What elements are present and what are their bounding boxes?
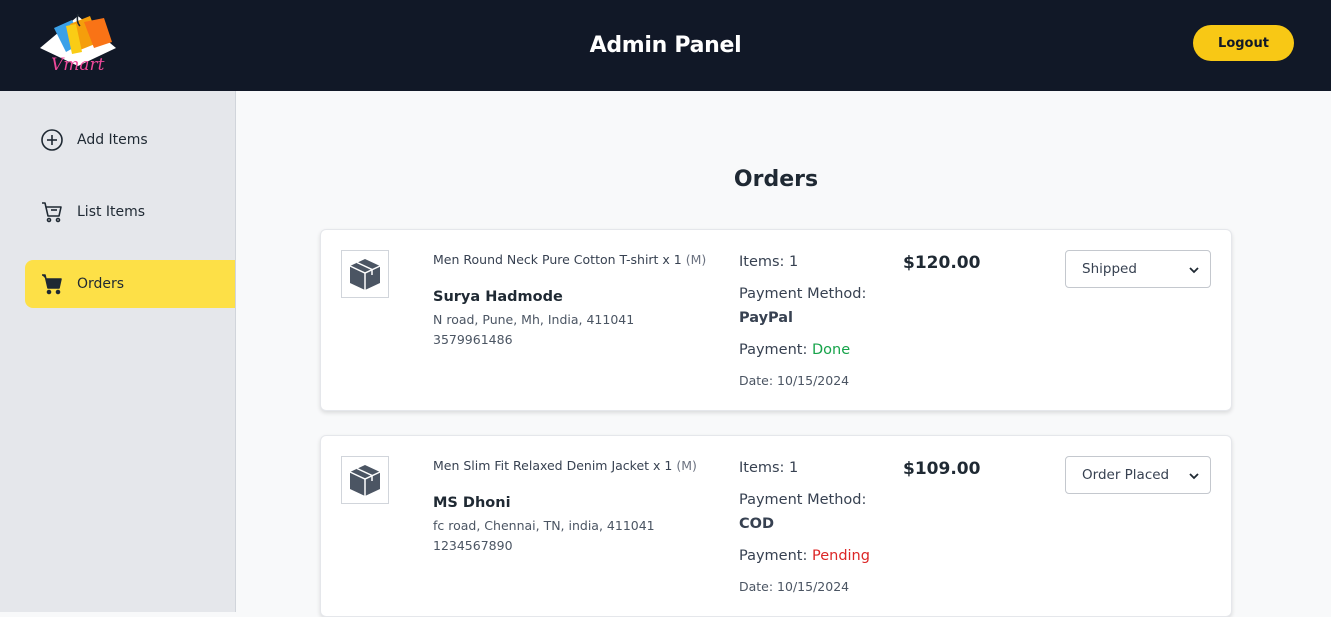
parcel-icon — [341, 456, 389, 504]
product-size: (M) — [685, 252, 707, 267]
payment-method-label: Payment Method: — [739, 492, 867, 508]
page-header-title: Admin Panel — [589, 33, 742, 58]
payment-status-line: Payment: Pending — [739, 548, 870, 564]
payment-status-line: Payment: Done — [739, 342, 850, 358]
sidebar-item-orders[interactable]: Orders — [25, 260, 235, 308]
sidebar: Add Items List Items Orders — [0, 91, 236, 612]
payment-status: Done — [811, 342, 851, 358]
payment-method-value: PayPal — [739, 310, 794, 326]
sidebar-item-add-items[interactable]: Add Items — [25, 116, 235, 164]
order-amount: $109.00 — [903, 459, 981, 479]
items-count: Items: 1 — [739, 254, 799, 270]
plus-circle-icon — [40, 128, 64, 152]
chevron-down-icon — [1188, 470, 1200, 486]
cart-filled-icon — [40, 272, 64, 296]
customer-address: N road, Pune, Mh, India, 411041 — [433, 312, 635, 327]
order-status-select[interactable]: Order Placed — [1065, 456, 1211, 494]
main-content: Orders Men Round Neck Pure Cotton T-shir… — [236, 91, 1331, 617]
product-size: (M) — [676, 458, 697, 473]
order-card: Men Slim Fit Relaxed Denim Jacket x 1 (M… — [320, 435, 1232, 617]
order-amount: $120.00 — [903, 253, 981, 273]
order-status-select[interactable]: Shipped — [1065, 250, 1211, 288]
sidebar-item-label: Orders — [77, 276, 125, 292]
product-line: Men Slim Fit Relaxed Denim Jacket x 1 (M… — [433, 458, 697, 473]
logout-button[interactable]: Logout — [1193, 25, 1294, 61]
cart-icon — [40, 200, 64, 224]
order-date: Date: 10/15/2024 — [739, 373, 850, 388]
customer-phone: 3579961486 — [433, 332, 513, 347]
order-date: Date: 10/15/2024 — [739, 579, 850, 594]
top-header: Vmart Admin Panel Logout — [0, 0, 1331, 91]
customer-name: Surya Hadmode — [433, 289, 563, 305]
items-count: Items: 1 — [739, 460, 799, 476]
chevron-down-icon — [1188, 264, 1200, 280]
payment-status: Pending — [811, 548, 870, 564]
customer-name: MS Dhoni — [433, 495, 511, 511]
parcel-icon — [341, 250, 389, 298]
customer-address: fc road, Chennai, TN, india, 411041 — [433, 518, 655, 533]
svg-text:Vmart: Vmart — [51, 55, 105, 74]
customer-phone: 1234567890 — [433, 538, 513, 553]
vmart-logo[interactable]: Vmart — [36, 12, 120, 75]
product-line: Men Round Neck Pure Cotton T-shirt x 1 (… — [433, 252, 706, 267]
order-status-value: Order Placed — [1082, 467, 1170, 483]
payment-label: Payment: — [739, 548, 808, 564]
payment-method-value: COD — [739, 516, 775, 532]
order-status-value: Shipped — [1082, 261, 1137, 277]
page-title: Orders — [733, 167, 819, 192]
product-name: Men Slim Fit Relaxed Denim Jacket x 1 — [433, 458, 673, 473]
sidebar-item-list-items[interactable]: List Items — [25, 188, 235, 236]
payment-label: Payment: — [739, 342, 808, 358]
order-card: Men Round Neck Pure Cotton T-shirt x 1 (… — [320, 229, 1232, 411]
sidebar-item-label: List Items — [77, 204, 146, 220]
product-name: Men Round Neck Pure Cotton T-shirt x 1 — [433, 252, 682, 267]
sidebar-item-label: Add Items — [77, 132, 148, 148]
payment-method-label: Payment Method: — [739, 286, 867, 302]
